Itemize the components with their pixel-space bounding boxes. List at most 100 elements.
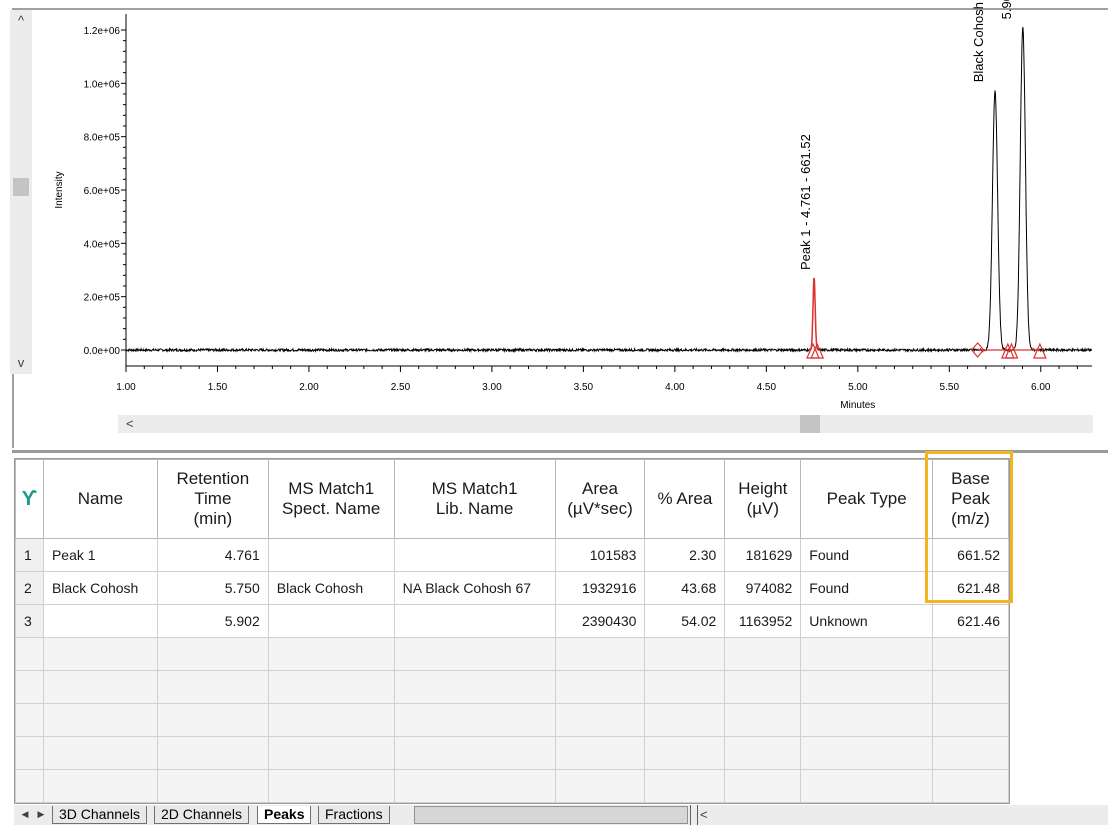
- empty-cell[interactable]: [267, 670, 395, 704]
- empty-cell[interactable]: [644, 736, 726, 770]
- cell-height[interactable]: 1163952: [724, 604, 802, 638]
- tab-scroll-track[interactable]: [414, 806, 688, 824]
- empty-cell[interactable]: [42, 802, 158, 803]
- empty-cell[interactable]: [393, 769, 556, 803]
- empty-cell[interactable]: [800, 637, 934, 671]
- empty-table-row[interactable]: [15, 703, 1009, 737]
- cell-base-peak[interactable]: 621.46: [932, 604, 1009, 638]
- cell-name[interactable]: Black Cohosh: [42, 571, 158, 605]
- empty-cell[interactable]: [554, 703, 646, 737]
- empty-cell[interactable]: [800, 769, 934, 803]
- table-row[interactable]: 2 Black Cohosh 5.750 Black Cohosh NA Bla…: [15, 571, 1009, 605]
- column-header-ms-match1-lib-name[interactable]: MS Match1 Lib. Name: [393, 459, 556, 539]
- empty-cell[interactable]: [156, 703, 269, 737]
- filter-icon[interactable]: ϒ: [22, 488, 37, 510]
- empty-cell[interactable]: [156, 802, 269, 803]
- empty-cell[interactable]: [393, 736, 556, 770]
- empty-cell[interactable]: [800, 736, 934, 770]
- empty-cell[interactable]: [156, 670, 269, 704]
- row-index[interactable]: [15, 736, 44, 770]
- empty-cell[interactable]: [724, 736, 802, 770]
- empty-cell[interactable]: [554, 637, 646, 671]
- row-index[interactable]: [15, 670, 44, 704]
- empty-cell[interactable]: [932, 637, 1009, 671]
- empty-cell[interactable]: [932, 769, 1009, 803]
- empty-cell[interactable]: [42, 736, 158, 770]
- empty-cell[interactable]: [393, 670, 556, 704]
- column-header-ms-match1-spect-name[interactable]: MS Match1 Spect. Name: [267, 459, 395, 539]
- table-corner[interactable]: ϒ: [15, 459, 44, 539]
- empty-cell[interactable]: [393, 637, 556, 671]
- empty-cell[interactable]: [724, 670, 802, 704]
- empty-cell[interactable]: [42, 769, 158, 803]
- empty-cell[interactable]: [932, 703, 1009, 737]
- empty-cell[interactable]: [554, 802, 646, 803]
- cell-height[interactable]: 181629: [724, 538, 802, 572]
- empty-cell[interactable]: [800, 703, 934, 737]
- tab-first-button[interactable]: ◀: [18, 807, 32, 821]
- table-row[interactable]: 1 Peak 1 4.761 101583 2.30 181629 Found …: [15, 538, 1009, 572]
- cell-spect-name[interactable]: [267, 604, 395, 638]
- row-index[interactable]: 3: [15, 604, 44, 638]
- empty-cell[interactable]: [42, 703, 158, 737]
- empty-table-row[interactable]: [15, 802, 1009, 803]
- table-scroll-left-button[interactable]: <: [700, 805, 708, 825]
- empty-cell[interactable]: [42, 637, 158, 671]
- column-header-name[interactable]: Name: [42, 459, 158, 539]
- scroll-left-button[interactable]: <: [126, 415, 134, 433]
- cell-peak-type[interactable]: Unknown: [800, 604, 934, 638]
- empty-cell[interactable]: [156, 637, 269, 671]
- cell-name[interactable]: Peak 1: [42, 538, 158, 572]
- empty-cell[interactable]: [800, 802, 934, 803]
- empty-cell[interactable]: [267, 802, 395, 803]
- empty-cell[interactable]: [800, 670, 934, 704]
- cell-percent-area[interactable]: 43.68: [644, 571, 726, 605]
- cell-percent-area[interactable]: 2.30: [644, 538, 726, 572]
- cell-spect-name[interactable]: Black Cohosh: [267, 571, 395, 605]
- empty-cell[interactable]: [724, 637, 802, 671]
- empty-table-row[interactable]: [15, 769, 1009, 803]
- cell-peak-type[interactable]: Found: [800, 571, 934, 605]
- cell-spect-name[interactable]: [267, 538, 395, 572]
- empty-table-row[interactable]: [15, 637, 1009, 671]
- row-index[interactable]: 2: [15, 571, 44, 605]
- empty-cell[interactable]: [932, 670, 1009, 704]
- cell-retention-time[interactable]: 5.750: [156, 571, 269, 605]
- empty-cell[interactable]: [644, 670, 726, 704]
- empty-table-row[interactable]: [15, 670, 1009, 704]
- empty-cell[interactable]: [644, 802, 726, 803]
- column-header-area[interactable]: Area (µV*sec): [554, 459, 646, 539]
- empty-cell[interactable]: [42, 670, 158, 704]
- row-index[interactable]: [15, 769, 44, 803]
- tab-splitter-handle[interactable]: [690, 805, 698, 825]
- row-index[interactable]: [15, 802, 44, 803]
- panel-splitter[interactable]: [12, 450, 1108, 453]
- empty-cell[interactable]: [554, 736, 646, 770]
- cell-height[interactable]: 974082: [724, 571, 802, 605]
- empty-cell[interactable]: [267, 637, 395, 671]
- cell-area[interactable]: 101583: [554, 538, 646, 572]
- empty-cell[interactable]: [554, 769, 646, 803]
- cell-lib-name[interactable]: [393, 604, 556, 638]
- tab-2d-channels[interactable]: 2D Channels: [154, 806, 249, 824]
- tab-fractions[interactable]: Fractions: [318, 806, 390, 824]
- tab-3d-channels[interactable]: 3D Channels: [52, 806, 147, 824]
- cell-name[interactable]: [42, 604, 158, 638]
- horizontal-scroll-thumb[interactable]: [800, 415, 820, 433]
- empty-cell[interactable]: [644, 637, 726, 671]
- empty-cell[interactable]: [724, 769, 802, 803]
- cell-retention-time[interactable]: 4.761: [156, 538, 269, 572]
- empty-cell[interactable]: [267, 703, 395, 737]
- cell-area[interactable]: 2390430: [554, 604, 646, 638]
- empty-cell[interactable]: [932, 802, 1009, 803]
- horizontal-scrollbar[interactable]: <: [118, 415, 1093, 433]
- cell-percent-area[interactable]: 54.02: [644, 604, 726, 638]
- cell-area[interactable]: 1932916: [554, 571, 646, 605]
- cell-lib-name[interactable]: [393, 538, 556, 572]
- empty-cell[interactable]: [393, 703, 556, 737]
- column-header-peak-type[interactable]: Peak Type: [800, 459, 934, 539]
- empty-table-row[interactable]: [15, 736, 1009, 770]
- empty-cell[interactable]: [156, 769, 269, 803]
- cell-base-peak[interactable]: 661.52: [932, 538, 1009, 572]
- empty-cell[interactable]: [554, 670, 646, 704]
